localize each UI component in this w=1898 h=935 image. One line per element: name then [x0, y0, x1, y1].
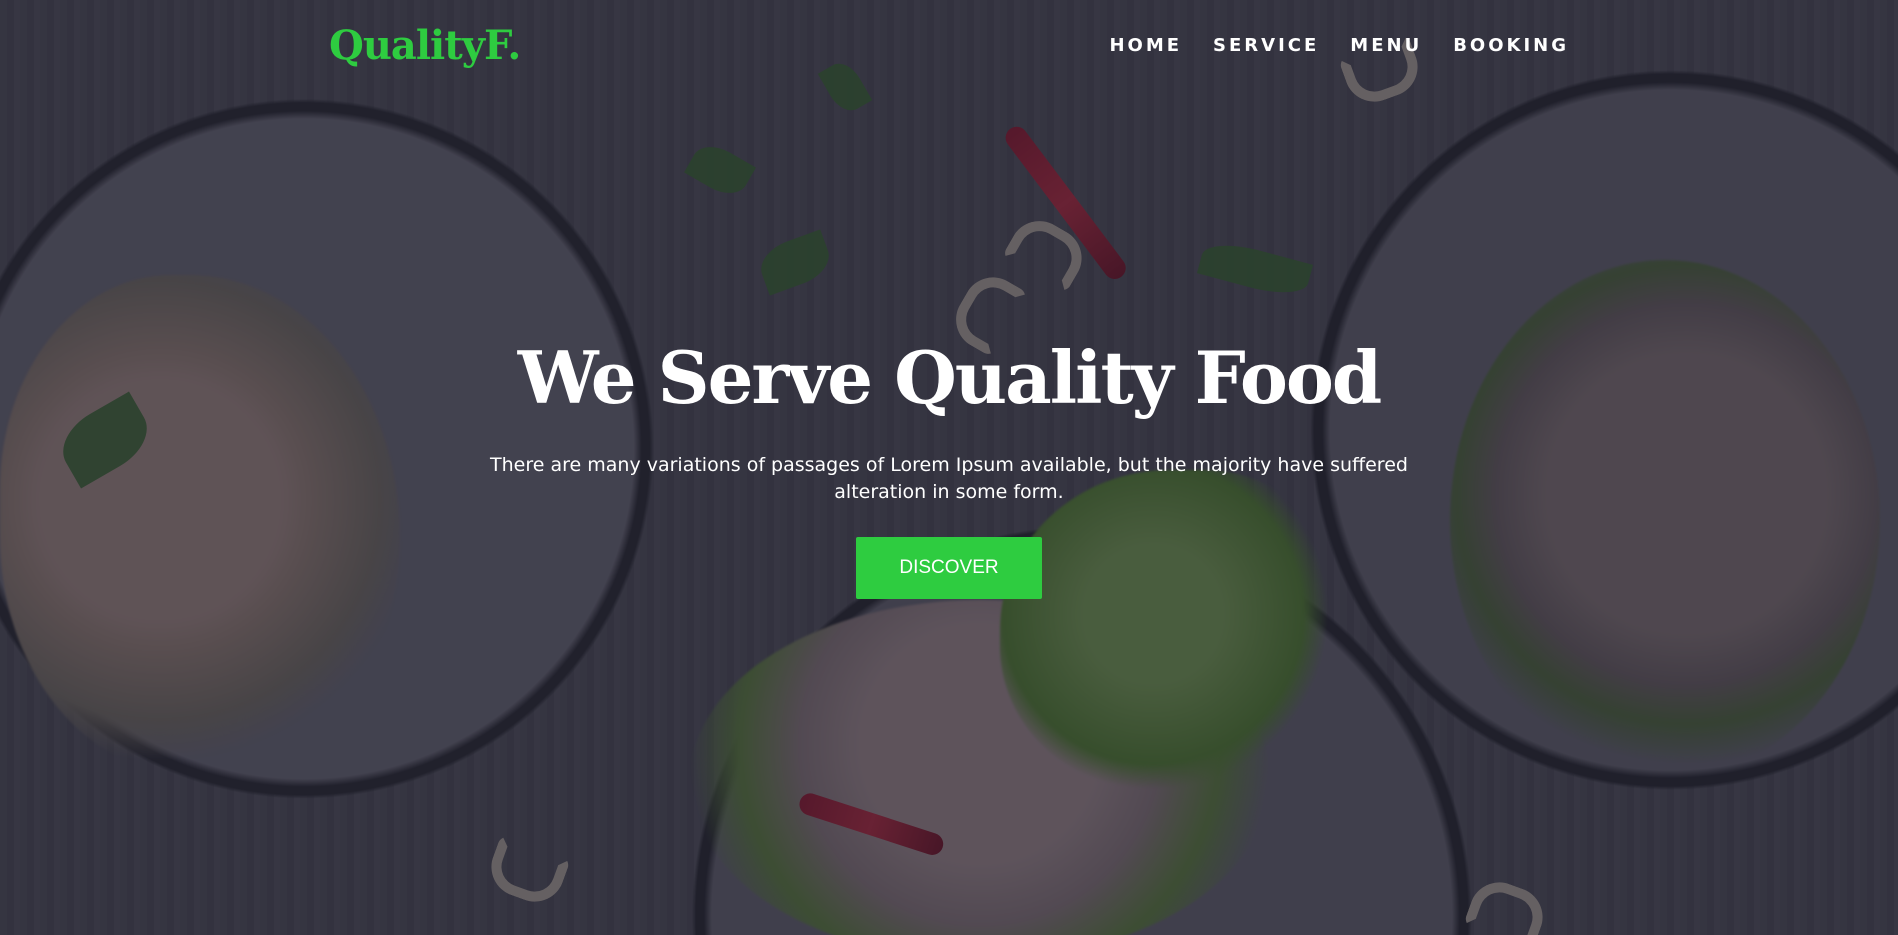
discover-button[interactable]: DISCOVER [856, 537, 1042, 599]
hero-section: We Serve Quality Food There are many var… [0, 0, 1898, 935]
hero-title: We Serve Quality Food [517, 335, 1382, 420]
hero-description: There are many variations of passages of… [490, 454, 1408, 503]
